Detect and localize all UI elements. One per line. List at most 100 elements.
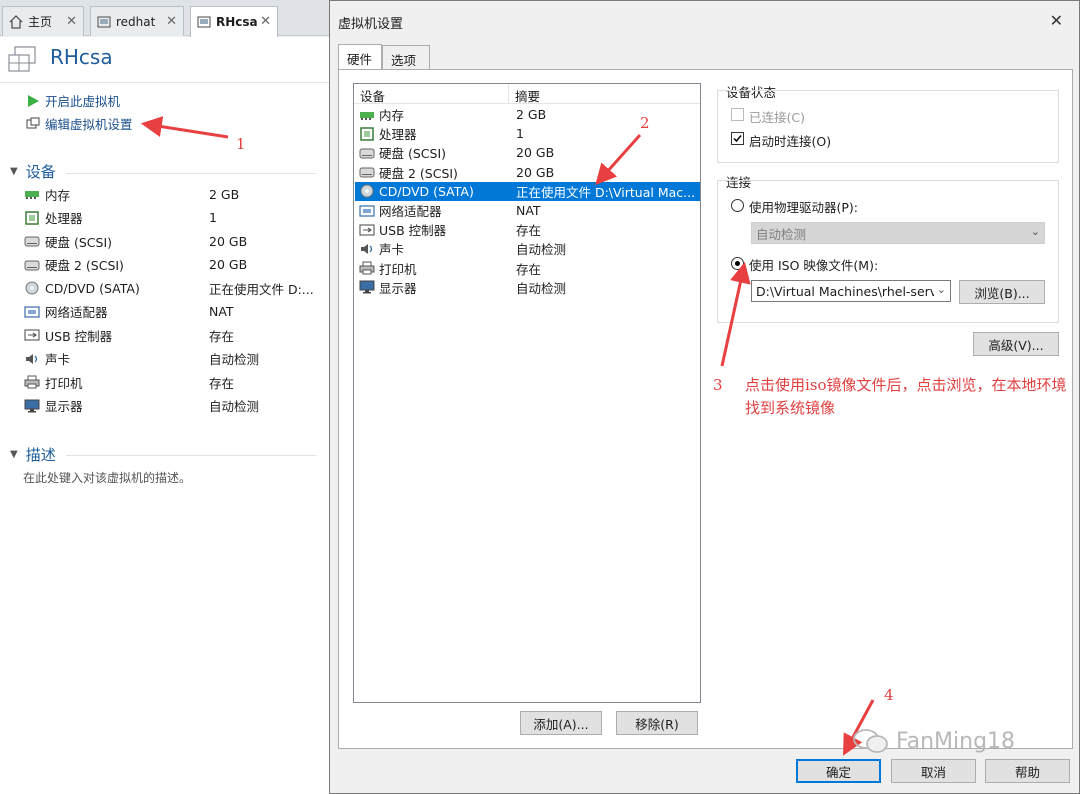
device-name: CD/DVD (SATA) — [45, 280, 140, 296]
device-row[interactable]: 声卡 自动检测 — [24, 349, 324, 369]
tab-redhat[interactable]: redhat ✕ — [90, 6, 184, 36]
sound-icon — [24, 352, 40, 366]
usb-icon — [24, 328, 40, 342]
device-row[interactable]: 硬盘 (SCSI) 20 GB — [24, 231, 324, 251]
list-item[interactable]: 声卡 自动检测 — [355, 239, 700, 258]
tab-label: redhat — [116, 14, 156, 29]
checkmark-icon — [733, 135, 742, 143]
device-summary: 自动检测 — [516, 242, 567, 258]
connect-at-power-on-checkbox[interactable] — [731, 132, 744, 145]
list-item[interactable]: 打印机 存在 — [355, 259, 700, 278]
device-summary: 1 — [209, 210, 217, 225]
physical-drive-radio[interactable] — [731, 199, 744, 212]
device-name: USB 控制器 — [45, 328, 113, 344]
browse-button[interactable]: 浏览(B)... — [959, 280, 1045, 304]
vm-name: RHcsa — [50, 45, 113, 69]
device-row[interactable]: 打印机 存在 — [24, 372, 324, 392]
cdrom-icon — [359, 184, 375, 198]
close-icon[interactable]: ✕ — [66, 14, 77, 29]
column-separator[interactable] — [508, 84, 509, 104]
physical-drive-label: 使用物理驱动器(P): — [749, 200, 859, 215]
connected-label: 已连接(C) — [749, 110, 805, 125]
sound-icon — [359, 242, 375, 256]
cdrom-icon — [24, 281, 40, 295]
connected-checkbox[interactable] — [731, 108, 744, 121]
watermark-text: FanMing18 — [896, 728, 1016, 754]
home-icon — [9, 14, 23, 29]
tab-bar: 主页 ✕ redhat ✕ RHcsa ✕ — [0, 0, 330, 37]
advanced-button[interactable]: 高级(V)... — [973, 332, 1059, 356]
device-summary: 存在 — [209, 375, 235, 391]
printer-icon — [359, 261, 375, 275]
iso-path-select[interactable]: D:\Virtual Machines\rhel-server ⌄ — [751, 280, 951, 302]
vm-logo-icon — [8, 46, 36, 72]
device-name: 硬盘 2 (SCSI) — [45, 258, 124, 273]
tab-rhcsa[interactable]: RHcsa ✕ — [190, 6, 278, 37]
add-button[interactable]: 添加(A)... — [520, 711, 602, 735]
device-name: USB 控制器 — [379, 223, 447, 239]
vm-icon — [97, 15, 111, 28]
connect-at-power-on-label: 启动时连接(O) — [749, 134, 832, 149]
edit-settings-link[interactable]: 编辑虚拟机设置 — [26, 114, 133, 133]
cpu-icon — [359, 126, 375, 141]
list-item[interactable]: CD/DVD (SATA) 正在使用文件 D:\Virtual Mac... — [355, 181, 700, 201]
physical-drive-value: 自动检测 — [756, 226, 807, 242]
tab-label: 主页 — [28, 15, 53, 29]
device-summary: NAT — [209, 304, 234, 319]
device-row[interactable]: 显示器 自动检测 — [24, 396, 324, 416]
network-icon — [359, 204, 375, 218]
device-summary: 20 GB — [516, 145, 555, 161]
help-button[interactable]: 帮助 — [985, 759, 1070, 783]
device-name: 打印机 — [379, 261, 417, 277]
devices-header-label: 设备 — [25, 163, 56, 181]
tab-hardware[interactable]: 硬件 — [338, 44, 382, 70]
device-name: 硬盘 (SCSI) — [379, 146, 447, 162]
close-icon[interactable]: ✕ — [260, 14, 271, 29]
list-item[interactable]: 显示器 自动检测 — [355, 278, 700, 297]
device-name: 处理器 — [379, 127, 417, 143]
close-icon[interactable]: ✕ — [1050, 11, 1063, 30]
power-on-link[interactable]: 开启此虚拟机 — [26, 91, 120, 110]
device-summary: 存在 — [516, 261, 542, 277]
device-name: 处理器 — [45, 211, 83, 226]
list-item[interactable]: 硬盘 (SCSI) 20 GB — [355, 143, 700, 162]
device-row[interactable]: CD/DVD (SATA) 正在使用文件 D:... — [24, 278, 324, 298]
watermark: FanMing18 — [852, 728, 1015, 754]
hardware-device-list[interactable]: 设备 摘要 内存 2 GB 处理器 1 硬盘 (SCSI) 20 GB 硬盘 2 (SCSI… — [353, 83, 701, 703]
column-device[interactable]: 设备 — [360, 86, 385, 105]
device-summary: NAT — [516, 203, 541, 218]
device-summary: 1 — [516, 126, 524, 142]
tab-label: RHcsa — [216, 15, 258, 29]
cancel-button[interactable]: 取消 — [891, 759, 976, 783]
device-name: 内存 — [379, 108, 405, 123]
device-name: 显示器 — [379, 280, 417, 296]
column-summary[interactable]: 摘要 — [515, 86, 540, 105]
play-icon — [28, 94, 39, 107]
printer-icon — [24, 375, 40, 389]
ok-button[interactable]: 确定 — [796, 759, 881, 783]
device-row[interactable]: 硬盘 2 (SCSI) 20 GB — [24, 255, 324, 275]
device-row[interactable]: 网络适配器 NAT — [24, 302, 324, 322]
list-item[interactable]: 硬盘 2 (SCSI) 20 GB — [355, 163, 700, 182]
list-item[interactable]: USB 控制器 存在 — [355, 220, 700, 239]
device-row[interactable]: 内存 2 GB — [24, 184, 324, 204]
device-row[interactable]: 处理器 1 — [24, 208, 324, 228]
harddisk-icon — [359, 146, 375, 160]
chevron-down-icon: ⌄ — [936, 283, 946, 296]
devices-section-header[interactable]: ▼ 设备 — [10, 161, 56, 182]
device-summary: 20 GB — [209, 233, 248, 249]
harddisk-icon — [24, 258, 40, 272]
remove-button[interactable]: 移除(R) — [616, 711, 698, 735]
description-text[interactable]: 在此处键入对该虚拟机的描述。 — [23, 469, 191, 486]
physical-drive-select[interactable]: 自动检测 ⌄ — [751, 222, 1045, 244]
device-row[interactable]: USB 控制器 存在 — [24, 325, 324, 345]
close-icon[interactable]: ✕ — [166, 14, 177, 29]
edit-settings-label: 编辑虚拟机设置 — [45, 117, 133, 132]
list-item[interactable]: 网络适配器 NAT — [355, 201, 700, 220]
annotation-number: 4 — [884, 686, 894, 704]
iso-image-radio[interactable] — [731, 257, 744, 270]
device-name: 打印机 — [45, 375, 83, 391]
tab-options[interactable]: 选项 — [382, 45, 430, 69]
description-section-header[interactable]: ▼ 描述 — [10, 444, 56, 465]
tab-home[interactable]: 主页 ✕ — [2, 6, 84, 36]
